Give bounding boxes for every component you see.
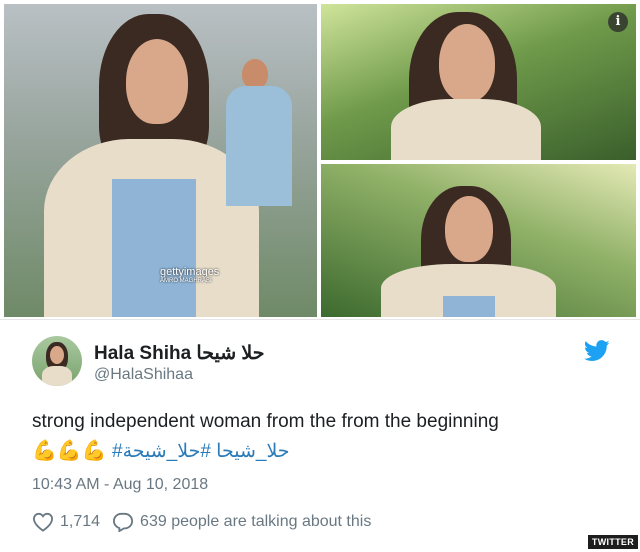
hashtag-links[interactable]: #حلا_شيحا #حلا_شيحة [112,441,290,462]
embedded-tweet-card: gettyimages AMRO MAGHRABI i Hala Shiha ح… [0,0,640,552]
heart-icon[interactable] [32,512,54,532]
avatar[interactable] [32,336,82,386]
author-handle[interactable]: @HalaShihaa [94,366,193,384]
tweet-actions: 1,714 639 people are talking about this [32,512,371,532]
conversation-link[interactable]: 639 people are talking about this [140,513,371,531]
tweet-text: strong independent woman from the from t… [32,411,499,432]
flexed-biceps-emoji: 💪💪💪 [32,440,107,462]
tweet-photo-3[interactable] [321,164,636,317]
tweet-photo-2[interactable]: i [321,4,636,160]
getty-watermark: gettyimages AMRO MAGHRABI [160,266,220,284]
info-icon[interactable]: i [608,12,628,32]
reply-icon[interactable] [112,512,134,532]
author-display-name[interactable]: Hala Shiha حلا شيحا [94,342,265,365]
twitter-bird-icon[interactable] [584,340,610,362]
source-badge: TWITTER [587,535,638,549]
tweet-media-grid[interactable]: gettyimages AMRO MAGHRABI i [4,4,636,317]
like-count[interactable]: 1,714 [60,513,100,531]
tweet-photo-1[interactable]: gettyimages AMRO MAGHRABI [4,4,317,317]
media-divider [0,319,640,320]
tweet-tags: 💪💪💪 #حلا_شيحا #حلا_شيحة [32,438,290,463]
tweet-timestamp[interactable]: 10:43 AM - Aug 10, 2018 [32,476,208,494]
